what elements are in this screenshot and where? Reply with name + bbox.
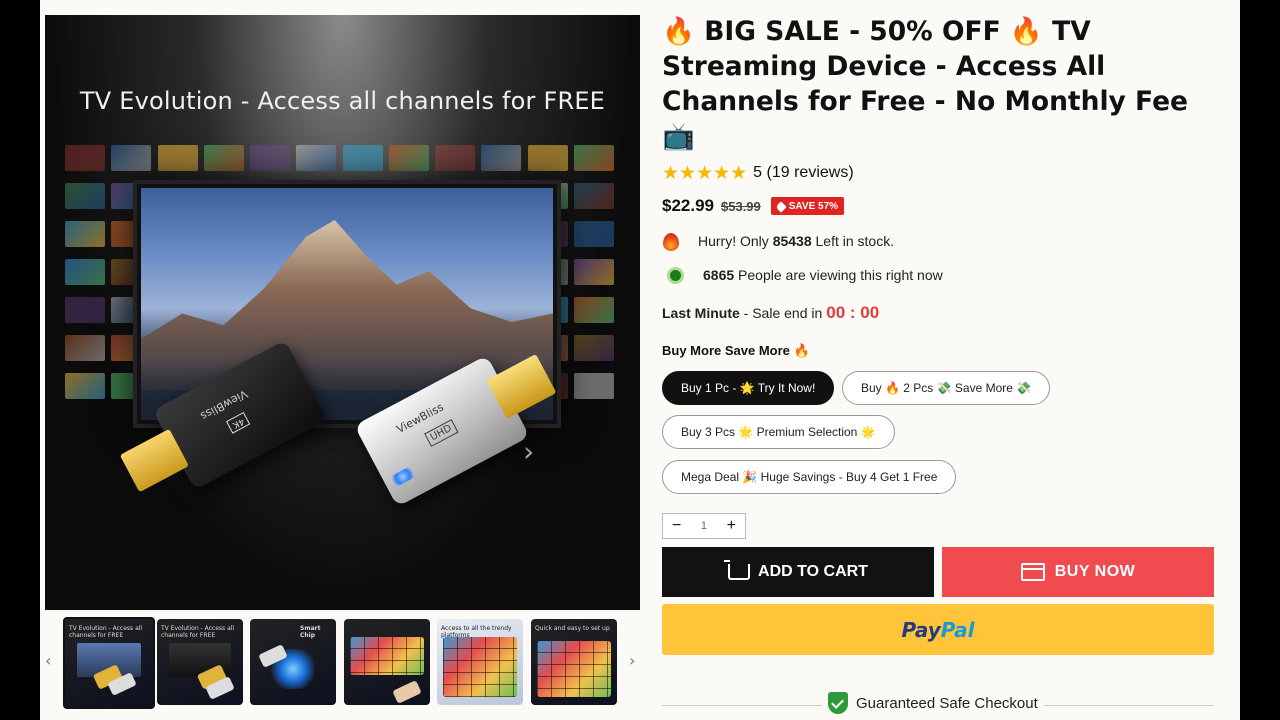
tag-icon: [775, 200, 787, 213]
bundle-title: Buy More Save More 🔥: [662, 343, 810, 358]
channel-tile: [65, 221, 105, 247]
thumbnail-caption: Smart Chip: [300, 625, 321, 639]
thumbnail-caption: TV Evolution - Access all channels for F…: [69, 625, 143, 639]
bundle-option-4[interactable]: Mega Deal 🎉 Huge Savings - Buy 4 Get 1 F…: [662, 460, 957, 494]
channel-tile: [65, 297, 105, 323]
rating[interactable]: ★★★★★ 5 (19 reviews): [662, 162, 854, 184]
thumbnail-next-button[interactable]: ›: [629, 651, 635, 670]
channel-tile: [65, 145, 105, 171]
channel-tile: [342, 145, 383, 171]
quantity-decrease-button[interactable]: −: [663, 514, 690, 538]
channel-tile: [250, 145, 290, 171]
channel-tile: [573, 297, 614, 323]
channel-tile: [388, 145, 429, 171]
channel-tile: [111, 145, 152, 171]
channel-tile: [481, 145, 522, 171]
channel-tile: [435, 145, 475, 171]
star-rating-icon: ★★★★★: [662, 162, 748, 184]
channel-tile: [573, 145, 614, 171]
product-page: TV Evolution - Access all channels for F…: [40, 0, 1240, 720]
channel-tile: [573, 335, 614, 361]
save-badge: SAVE 57%: [770, 197, 845, 215]
price-row: $22.99 $53.99 SAVE 57%: [662, 196, 845, 216]
thumbnail-5[interactable]: Access to all the trendy platforms: [437, 619, 523, 705]
thumbnail-1[interactable]: TV Evolution - Access all channels for F…: [63, 617, 155, 709]
safe-checkout-badge: Guaranteed Safe Checkout: [822, 686, 1044, 720]
countdown-text: - Sale end in: [743, 305, 823, 321]
image-headline: TV Evolution - Access all channels for F…: [79, 87, 606, 115]
quantity-increase-button[interactable]: +: [718, 514, 745, 538]
safe-checkout-label: Guaranteed Safe Checkout: [856, 694, 1038, 712]
channel-tile: [296, 145, 337, 171]
thumbnail-3[interactable]: Smart Chip: [250, 619, 336, 705]
save-badge-label: SAVE 57%: [788, 201, 839, 212]
stock-suffix: Left in stock.: [815, 233, 895, 249]
thumbnail-4[interactable]: [344, 619, 430, 705]
cart-icon: [724, 560, 751, 580]
channel-tile: [573, 373, 614, 399]
paypal-button[interactable]: PayPal: [662, 604, 1214, 655]
product-title: 🔥 BIG SALE - 50% OFF 🔥 TV Streaming Devi…: [662, 16, 1189, 152]
thumbnail-caption: Quick and easy to set up: [535, 625, 610, 632]
thumbnail-strip: ‹ TV Evolution - Access all channels for…: [40, 617, 650, 709]
main-product-image[interactable]: TV Evolution - Access all channels for F…: [45, 15, 640, 610]
channel-tile: [527, 145, 568, 171]
bundle-option-1[interactable]: Buy 1 Pc - 🌟 Try It Now!: [662, 371, 835, 405]
bundle-option-2[interactable]: Buy 🔥 2 Pcs 💸 Save More 💸: [842, 371, 1051, 405]
sale-price: $22.99: [662, 196, 714, 215]
thumbnail-caption: TV Evolution - Access all channels for F…: [161, 625, 235, 639]
stock-indicator: Hurry! Only 85438 Left in stock.: [662, 231, 894, 251]
dongle-4k-label: 4K: [226, 411, 251, 434]
credit-card-icon: [1020, 563, 1045, 581]
dongle-uhd-label: UHD: [424, 419, 459, 447]
image-next-arrow: ›: [523, 435, 535, 468]
compare-price: $53.99: [721, 198, 761, 214]
thumbnail-2[interactable]: TV Evolution - Access all channels for F…: [157, 619, 243, 705]
bundle-option-3[interactable]: Buy 3 Pcs 🌟 Premium Selection 🌟: [662, 415, 895, 449]
flame-icon: [662, 231, 680, 251]
quantity-input[interactable]: 1: [690, 514, 717, 538]
shield-check-icon: [828, 692, 848, 714]
add-to-cart-button[interactable]: ADD TO CART: [662, 547, 934, 597]
channel-tile: [203, 145, 244, 171]
buy-now-button[interactable]: BUY NOW: [942, 547, 1214, 597]
add-to-cart-label: ADD TO CART: [758, 563, 868, 580]
countdown-timer: 00 : 00: [826, 303, 880, 322]
channel-tile: [65, 373, 105, 399]
live-dot-icon: [670, 269, 681, 281]
channel-tile: [573, 183, 614, 209]
sale-countdown: Last Minute - Sale end in 00 : 00: [662, 303, 879, 323]
channel-tile: [65, 335, 105, 361]
thumbnail-prev-button[interactable]: ‹: [45, 651, 51, 670]
stock-prefix: Hurry! Only: [698, 233, 769, 249]
channel-tile: [157, 145, 198, 171]
viewers-count: 6865: [703, 267, 735, 283]
rating-text: 5 (19 reviews): [753, 164, 854, 181]
buy-now-label: BUY NOW: [1054, 563, 1136, 580]
viewers-indicator: 6865 People are viewing this right now: [662, 267, 943, 283]
paypal-logo: PayPal: [901, 617, 975, 642]
quantity-stepper: − 1 +: [662, 513, 746, 539]
stock-count: 85438: [772, 233, 812, 249]
channel-tile: [65, 259, 105, 285]
thumbnail-6[interactable]: Quick and easy to set up: [531, 619, 617, 705]
channel-tile: [573, 259, 614, 285]
channel-tile: [65, 183, 105, 209]
channel-tile: [573, 221, 614, 247]
countdown-label: Last Minute: [662, 305, 740, 321]
viewers-text: People are viewing this right now: [738, 267, 943, 283]
